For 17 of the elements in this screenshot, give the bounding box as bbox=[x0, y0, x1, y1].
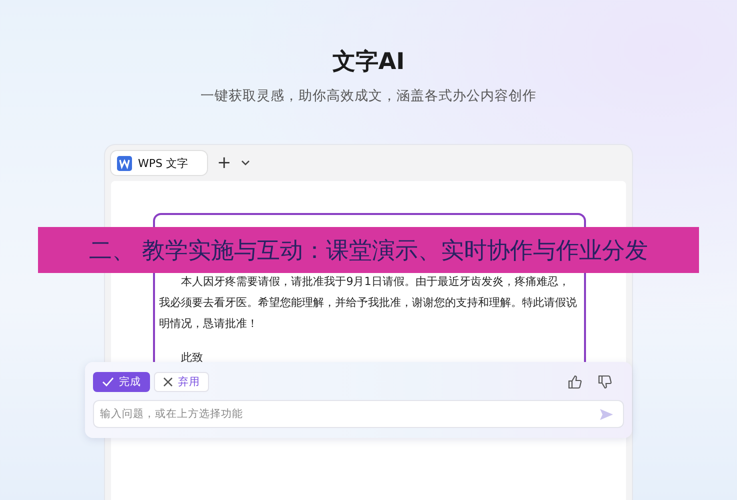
page-subtitle: 一键获取灵感，助你高效成文，涵盖各式办公内容创作 bbox=[200, 87, 536, 105]
new-tab-button[interactable]: + bbox=[215, 153, 234, 173]
thumbs-down-icon[interactable] bbox=[598, 375, 612, 389]
check-icon bbox=[102, 377, 114, 387]
page-title: 文字AI bbox=[332, 48, 405, 77]
discard-button[interactable]: 弃用 bbox=[154, 372, 209, 392]
document-tab[interactable]: WPS 文字 bbox=[111, 151, 207, 175]
question-input-field[interactable]: 输入问题，或在上方选择功能 bbox=[93, 400, 624, 428]
heading-banner: 二、 教学实施与互动：课堂演示、实时协作与作业分发 bbox=[38, 227, 699, 273]
thumbs-up-icon[interactable] bbox=[568, 375, 582, 389]
document-paragraph: 本人因牙疼需要请假，请批准我于9月1日请假。由于最近牙齿发炎，疼痛难忍，我必须要去看牙医。希望您能理解，并给予我批准，谢谢您的支持和理解。特此请假说明情况，恳请批准！ bbox=[159, 274, 578, 332]
document-paragraph: 此致 bbox=[180, 350, 204, 366]
caret-icon[interactable] bbox=[241, 160, 250, 166]
document-app-icon bbox=[117, 156, 132, 170]
close-icon bbox=[163, 377, 173, 387]
tab-label: WPS 文字 bbox=[138, 156, 188, 170]
done-button[interactable]: 完成 bbox=[93, 372, 150, 392]
